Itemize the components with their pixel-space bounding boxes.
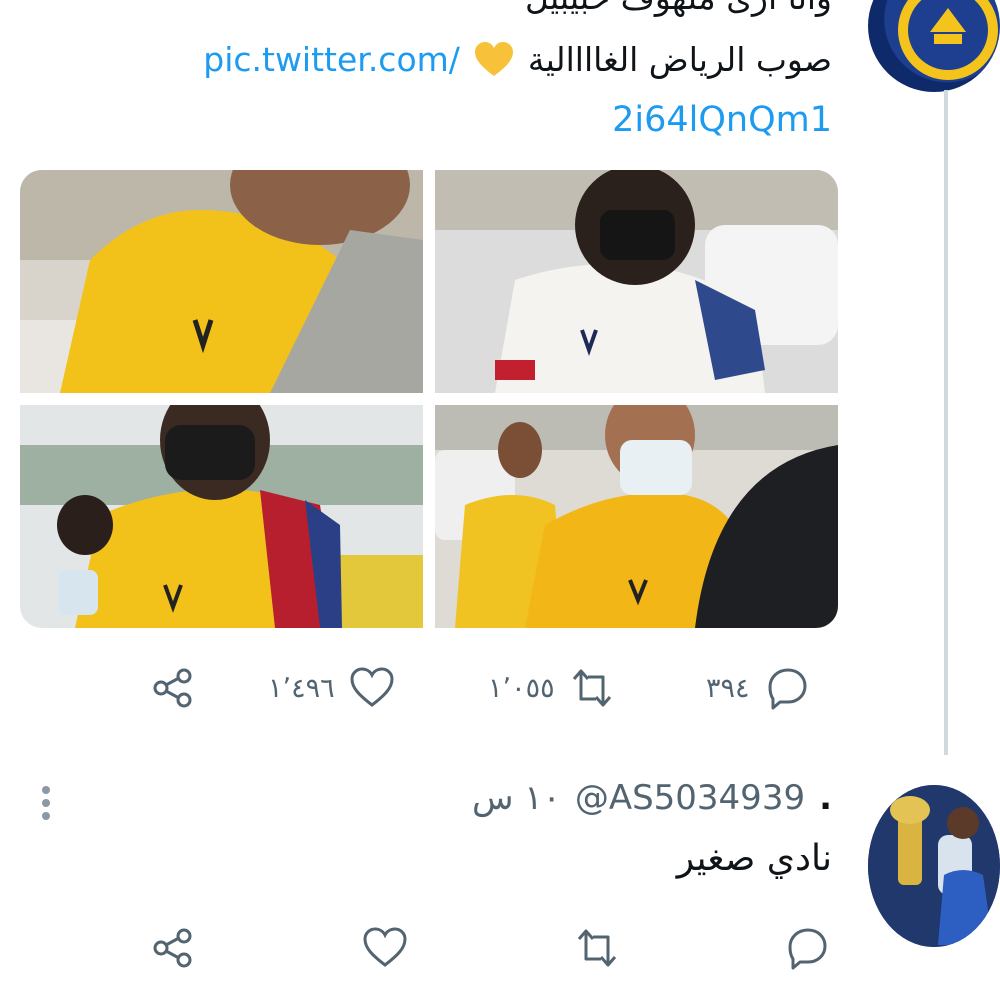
like-button[interactable] — [362, 925, 408, 971]
photo-player-white-shirt[interactable] — [435, 170, 838, 393]
reply-count: ٣٩٤ — [706, 672, 750, 704]
tweet-meta: ١٠ س @AS5034939 . — [472, 778, 832, 818]
separator-dot: . — [819, 778, 832, 818]
tweet-text-line: pic.twitter.com/ صوب الرياض الغاااالية — [203, 40, 832, 79]
reply-icon — [768, 668, 807, 710]
retweet-button[interactable]: ١٬٠٥٥ — [488, 665, 615, 711]
tweet-text: نادي صغير — [676, 838, 832, 879]
club-logo-icon — [898, 0, 998, 80]
tweet-link-continued[interactable]: 2i64lQnQm1 — [612, 100, 832, 140]
heart-icon — [350, 667, 394, 707]
reply-button[interactable] — [784, 925, 830, 971]
photo-player-yellow-shirt-black-mask[interactable] — [20, 405, 423, 628]
like-count: ١٬٤٩٦ — [268, 672, 335, 704]
share-icon — [153, 668, 192, 708]
retweet-icon — [572, 669, 611, 707]
photo-player-yellow-jacket[interactable] — [435, 405, 838, 628]
reply-button[interactable]: ٣٩٤ — [706, 665, 810, 711]
avatar[interactable] — [868, 785, 1000, 947]
tweet-time: ١٠ س — [471, 778, 561, 818]
photo-player-yellow-shirt[interactable] — [20, 170, 423, 393]
more-options-icon[interactable] — [36, 785, 56, 825]
user-handle[interactable]: @AS5034939 — [575, 778, 805, 818]
share-button[interactable] — [150, 665, 196, 711]
share-button[interactable] — [150, 925, 196, 971]
share-icon — [153, 928, 192, 968]
tweet-link[interactable]: pic.twitter.com/ — [203, 40, 460, 79]
yellow-heart-icon — [474, 41, 513, 76]
retweet-count: ١٬٠٥٥ — [488, 672, 555, 704]
media-grid — [20, 170, 838, 628]
thread-line — [944, 90, 948, 755]
like-button[interactable]: ١٬٤٩٦ — [268, 665, 395, 711]
retweet-button[interactable] — [574, 925, 620, 971]
player-trophy-avatar-icon — [868, 785, 1000, 947]
tweet-text-line: وأنا أرى ملهوف حبيبيل — [525, 0, 832, 17]
heart-icon — [363, 927, 407, 967]
retweet-icon — [577, 929, 617, 967]
avatar[interactable] — [868, 0, 1000, 92]
reply-icon — [788, 928, 827, 970]
tweet-text-arabic: صوب الرياض الغاااالية — [527, 40, 832, 79]
